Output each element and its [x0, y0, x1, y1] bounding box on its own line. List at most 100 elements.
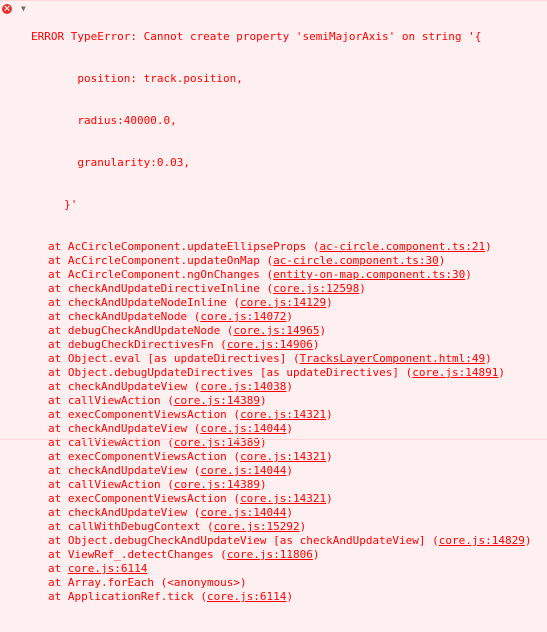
stack-frame-text: at checkAndUpdateNode ( [48, 310, 201, 323]
stack-frame-suffix: ) [438, 254, 446, 267]
source-link[interactable]: core.js:14044 [200, 422, 286, 435]
stack-frame-suffix: ) [359, 282, 366, 295]
stack-frame-text: at execComponentViewsAction ( [48, 408, 241, 421]
stack-frame-text: at ViewRef_.detectChanges ( [48, 548, 227, 561]
stack-frame-suffix: ) [286, 506, 294, 519]
error-header-line: radius:40000.0, [31, 114, 177, 127]
stack-frame-suffix: ) [465, 268, 472, 281]
stack-frame: at Array.forEach (<anonymous>) [31, 576, 547, 590]
stack-frame-text: at callViewAction ( [48, 436, 174, 449]
stack-frame: at execComponentViewsAction (core.js:143… [31, 492, 547, 506]
stack-frame-suffix: ) [286, 464, 294, 477]
stack-frame-text: at callViewAction ( [48, 394, 174, 407]
stack-frame-text: at Object.debugCheckAndUpdateView [as ch… [48, 534, 439, 547]
stack-frame-suffix: ) [312, 338, 320, 351]
stack-frame-text: at checkAndUpdateView ( [48, 422, 201, 435]
source-link[interactable]: entity-on-map.component.ts:30 [273, 268, 465, 281]
stack-frame: at debugCheckDirectivesFn (core.js:14906… [31, 338, 547, 352]
source-link[interactable]: core.js:14389 [174, 436, 260, 449]
stack-frame-suffix: ) [326, 408, 333, 421]
stack-frame: at checkAndUpdateView (core.js:14044) [31, 506, 547, 520]
source-link[interactable]: TracksLayerComponent.html:49 [300, 352, 485, 365]
stack-frame-suffix: ) [259, 436, 267, 449]
source-link[interactable]: core.js:6114 [207, 590, 286, 603]
stack-frame: at callWithDebugContext (core.js:15292) [31, 520, 547, 534]
stack-frame-text: at checkAndUpdateView ( [48, 380, 201, 393]
source-link[interactable]: core.js:14906 [227, 338, 313, 351]
stack-frame-suffix: ) [524, 534, 532, 547]
source-link[interactable]: core.js:14321 [240, 492, 326, 505]
stack-frame-suffix: ) [498, 366, 505, 379]
source-link[interactable]: core.js:14891 [412, 366, 498, 379]
stack-frame-suffix: ) [286, 380, 294, 393]
stack-frame-text: at AcCircleComponent.updateEllipseProps … [48, 240, 320, 253]
source-link[interactable]: core.js:11806 [227, 548, 313, 561]
stack-frame-text: at checkAndUpdateView ( [48, 506, 201, 519]
stack-frame-text: at checkAndUpdateNodeInline ( [48, 296, 241, 309]
stack-frame: at execComponentViewsAction (core.js:143… [31, 450, 547, 464]
error-header-line: ERROR TypeError: Cannot create property … [31, 30, 482, 43]
stack-frame: at checkAndUpdateNodeInline (core.js:141… [31, 296, 547, 310]
stack-frame-text: at [48, 562, 68, 575]
stack-frame: at Object.eval [as updateDirectives] (Tr… [31, 352, 547, 366]
error-header-line: granularity:0.03, [31, 156, 190, 169]
stack-frame-text: at debugCheckDirectivesFn ( [48, 338, 227, 351]
stack-frame-suffix: ) [286, 422, 294, 435]
stack-frame: at Object.debugUpdateDirectives [as upda… [31, 366, 547, 380]
stack-frame-text: at checkAndUpdateDirectiveInline ( [48, 282, 274, 295]
stack-frame-suffix: ) [485, 352, 492, 365]
source-link[interactable]: core.js:14038 [200, 380, 286, 393]
source-link[interactable]: core.js:14044 [200, 464, 286, 477]
source-link[interactable]: core.js:14044 [200, 506, 286, 519]
error-header-line: position: track.position, [31, 72, 243, 85]
stack-frame: at debugCheckAndUpdateNode (core.js:1496… [31, 324, 547, 338]
console-error-message: × ▼ ERROR TypeError: Cannot create prope… [0, 0, 547, 603]
stack-frame-text: at Object.eval [as updateDirectives] ( [48, 352, 300, 365]
stack-frame: at Object.debugCheckAndUpdateView [as ch… [31, 534, 547, 548]
stack-frame-suffix: ) [259, 478, 267, 491]
source-link[interactable]: ac-circle.component.ts:21 [320, 240, 486, 253]
stack-frame-suffix: ) [326, 296, 333, 309]
source-link[interactable]: core.js:12598 [273, 282, 359, 295]
stack-frame-text: at execComponentViewsAction ( [48, 492, 241, 505]
stack-frame-suffix: ) [326, 450, 333, 463]
source-link[interactable]: core.js:14389 [174, 394, 260, 407]
stack-frame-text: at Array.forEach (<anonymous>) [48, 576, 247, 589]
stack-frame-text: at debugCheckAndUpdateNode ( [48, 324, 234, 337]
source-link[interactable]: core.js:15292 [214, 520, 300, 533]
stack-frame-text: at Object.debugUpdateDirectives [as upda… [48, 366, 413, 379]
stack-frame: at checkAndUpdateView (core.js:14044) [31, 422, 547, 436]
source-link[interactable]: core.js:6114 [68, 562, 147, 575]
stack-frame-text: at callViewAction ( [48, 478, 174, 491]
source-link[interactable]: core.js:14965 [233, 324, 319, 337]
source-link[interactable]: core.js:14389 [174, 478, 260, 491]
source-link[interactable]: core.js:14129 [240, 296, 326, 309]
stack-frame-suffix: ) [299, 520, 307, 533]
stack-frame-text: at ApplicationRef.tick ( [48, 590, 207, 603]
stack-frame-text: at AcCircleComponent.ngOnChanges ( [48, 268, 274, 281]
stack-frame-suffix: ) [326, 492, 333, 505]
stack-frame: at execComponentViewsAction (core.js:143… [31, 408, 547, 422]
source-link[interactable]: core.js:14829 [439, 534, 525, 547]
stack-frame-suffix: ) [312, 548, 320, 561]
triangle-down-icon[interactable]: ▼ [21, 2, 31, 16]
stack-frame: at checkAndUpdateView (core.js:14044) [31, 464, 547, 478]
stack-frame-text: at AcCircleComponent.updateOnMap ( [48, 254, 274, 267]
stack-frame: at AcCircleComponent.updateEllipseProps … [31, 240, 547, 254]
error-icon: × [2, 4, 12, 14]
stack-frame-text: at checkAndUpdateView ( [48, 464, 201, 477]
stack-frame-suffix: ) [286, 310, 294, 323]
stack-frame: at callViewAction (core.js:14389) [31, 394, 547, 408]
source-link[interactable]: core.js:14072 [200, 310, 286, 323]
stack-frame: at ViewRef_.detectChanges (core.js:11806… [31, 548, 547, 562]
source-link[interactable]: core.js:14321 [240, 408, 326, 421]
stack-frame: at checkAndUpdateView (core.js:14038) [31, 380, 547, 394]
stack-frame: at callViewAction (core.js:14389) [31, 478, 547, 492]
stack-frame: at ApplicationRef.tick (core.js:6114) [31, 590, 547, 604]
source-link[interactable]: core.js:14321 [240, 450, 326, 463]
source-link[interactable]: ac-circle.component.ts:30 [273, 254, 439, 267]
stack-frame: at AcCircleComponent.ngOnChanges (entity… [31, 268, 547, 282]
stack-frame-suffix: ) [319, 324, 327, 337]
stack-frame-suffix: ) [286, 590, 294, 603]
stack-frame-text: at execComponentViewsAction ( [48, 450, 241, 463]
